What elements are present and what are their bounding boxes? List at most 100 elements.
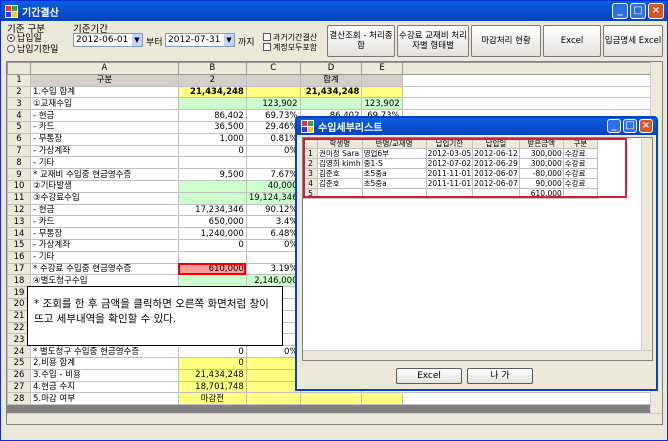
until-label: 까지 <box>238 38 255 48</box>
popup-excel-button[interactable]: Excel <box>396 368 462 384</box>
sheet-cell[interactable]: 0% <box>245 345 301 358</box>
sheet-cell[interactable]: 9,500 <box>177 168 247 181</box>
sheet-cell <box>401 73 662 87</box>
window-title: 기간결산 <box>22 7 59 19</box>
sheet-cell[interactable] <box>177 156 247 170</box>
fee-by-handler-button[interactable]: 수강료 교재비 처리자별 형태별 <box>397 25 469 57</box>
row-number: 18 <box>7 274 31 288</box>
sheet-cell[interactable] <box>177 179 247 193</box>
sheet-cell[interactable] <box>177 191 247 205</box>
from-label: 부터 <box>146 38 163 48</box>
sheet-cell[interactable] <box>361 85 403 99</box>
past-period-checkbox[interactable]: 과거기간결산 <box>263 32 317 42</box>
sheet-cell[interactable]: 69.73% <box>245 109 301 122</box>
col-header[interactable]: E <box>361 62 403 75</box>
sheet-cell[interactable] <box>177 250 247 264</box>
sheet-cell[interactable]: 0% <box>245 238 301 252</box>
sheet-cell[interactable]: 21,434,248 <box>177 368 247 382</box>
sheet-cell[interactable]: 610,000 <box>177 262 247 276</box>
popup-title-bar: 수입세부리스트 _ □ × <box>297 118 656 135</box>
sheet-cell[interactable]: 0 <box>177 238 247 252</box>
row-number: 10 <box>7 179 31 193</box>
sheet-cell[interactable] <box>361 392 403 406</box>
col-header[interactable]: B <box>177 62 247 75</box>
sheet-cell[interactable]: 7.67% <box>245 168 301 181</box>
app-icon <box>301 120 314 133</box>
sheet-cell <box>401 97 662 111</box>
sheet-cell[interactable]: 0 <box>177 144 247 158</box>
sheet-cell[interactable] <box>245 356 301 370</box>
row-number: 17 <box>7 262 31 276</box>
minimize-button[interactable]: _ <box>612 3 628 19</box>
sheet-cell[interactable] <box>299 97 363 111</box>
maximize-button[interactable]: □ <box>630 3 646 19</box>
sheet-cell[interactable]: 90.12% <box>245 203 301 217</box>
row-number: 9 <box>7 168 31 181</box>
radio-due-date[interactable]: 납입기한일 <box>7 43 58 55</box>
sheet-cell[interactable]: 21,434,248 <box>299 85 363 99</box>
sheet-cell[interactable] <box>245 368 301 382</box>
sheet-cell[interactable]: 1,240,000 <box>177 227 247 240</box>
chevron-down-icon: ▼ <box>132 34 142 46</box>
popup-close-button[interactable]: × <box>639 119 653 133</box>
sheet-cell[interactable]: 3.4% <box>245 215 301 229</box>
settlement-query-button[interactable]: 결산조회 - 처리종합 <box>327 25 395 57</box>
date-to-select[interactable]: 2012-07-31 ▼ <box>165 33 235 47</box>
sheet-cell[interactable]: 0 <box>177 345 247 358</box>
row-number: 12 <box>7 203 31 217</box>
excel-button[interactable]: Excel <box>543 25 601 57</box>
sheet-cell[interactable]: 40,000 <box>245 179 301 193</box>
sheet-cell[interactable]: 2 <box>177 73 247 87</box>
sheet-cell[interactable]: 29.46% <box>245 120 301 134</box>
deposit-excel-button[interactable]: 입금명세 Excel <box>603 25 663 57</box>
sheet-cell[interactable]: 6.48% <box>245 227 301 240</box>
sheet-cell[interactable]: 36,500 <box>177 120 247 134</box>
sheet-cell[interactable] <box>245 85 301 99</box>
sheet-cell[interactable] <box>245 250 301 264</box>
sheet-cell[interactable] <box>299 392 363 406</box>
sheet-cell[interactable]: 123,902 <box>361 97 403 111</box>
horizontal-scrollbar[interactable] <box>7 413 662 424</box>
sheet-cell[interactable]: 1,000 <box>177 132 247 146</box>
include-all-checkbox[interactable]: 계정모두포함 <box>263 42 317 52</box>
sheet-cell[interactable]: 86,402 <box>177 109 247 122</box>
sheet-cell: ④별도청구수입 <box>29 274 179 288</box>
popup-vertical-scrollbar[interactable] <box>641 138 652 360</box>
popup-minimize-button[interactable]: _ <box>607 119 621 133</box>
row-number: 25 <box>7 356 31 370</box>
sheet-cell[interactable]: 마감전 <box>177 392 247 406</box>
col-header[interactable]: A <box>29 62 179 75</box>
sheet-cell[interactable] <box>177 274 247 288</box>
sheet-cell[interactable]: 650,000 <box>177 215 247 229</box>
criteria-group: 기준 구분 납입일 납입기한일 <box>7 21 58 55</box>
sheet-cell[interactable]: 18,701,748 <box>177 380 247 394</box>
sheet-cell[interactable]: 0 <box>177 356 247 370</box>
sheet-cell[interactable]: 0% <box>245 144 301 158</box>
col-header[interactable]: C <box>245 62 301 75</box>
sheet-cell[interactable] <box>245 392 301 406</box>
sheet-cell[interactable] <box>245 73 301 87</box>
sheet-cell[interactable]: 0.81% <box>245 132 301 146</box>
close-button[interactable]: × <box>648 3 664 19</box>
sheet-cell[interactable]: 21,434,248 <box>177 85 247 99</box>
sheet-cell[interactable]: 합계 <box>299 73 363 87</box>
sheet-cell[interactable]: 3.19% <box>245 262 301 276</box>
closing-status-button[interactable]: 마감처리 현황 <box>471 25 541 57</box>
sheet-cell[interactable]: 17,234,346 <box>177 203 247 217</box>
sheet-cell[interactable] <box>245 380 301 394</box>
col-header[interactable]: D <box>299 62 363 75</box>
popup-exit-button[interactable]: 나 가 <box>467 368 533 384</box>
popup-maximize-button[interactable]: □ <box>623 119 637 133</box>
sheet-cell[interactable] <box>177 97 247 111</box>
sheet-cell[interactable] <box>361 73 403 87</box>
row-number: 28 <box>7 392 31 406</box>
sheet-cell[interactable]: 123,902 <box>245 97 301 111</box>
date-from-select[interactable]: 2012-06-01 ▼ <box>73 33 143 47</box>
sheet-cell[interactable]: 19,124,346 <box>245 191 301 205</box>
sheet-cell[interactable] <box>245 156 301 170</box>
sheet-cell: - 기타 <box>29 250 179 264</box>
popup-horizontal-scrollbar[interactable] <box>303 350 652 360</box>
sheet-cell: 구분 <box>29 73 179 87</box>
sheet-cell: - 무통장 <box>29 132 179 146</box>
sheet-cell[interactable]: 2,146,000 <box>245 274 301 288</box>
